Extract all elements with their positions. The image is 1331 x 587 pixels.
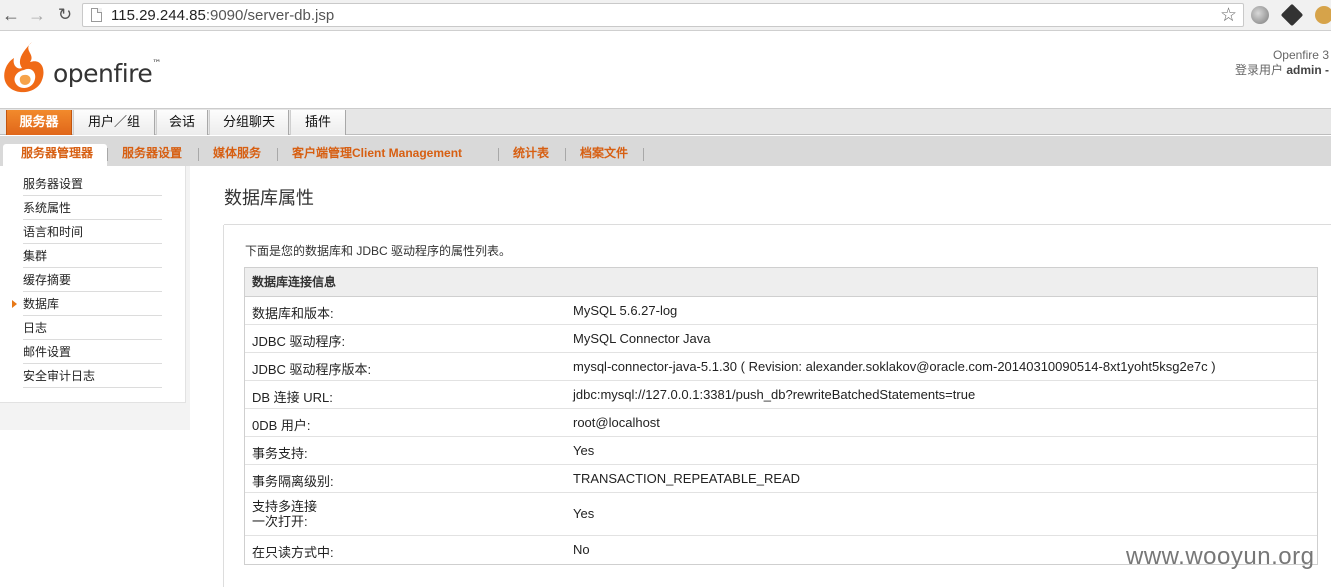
sidebar-item-security-audit-log[interactable]: 安全审计日志 [23, 364, 162, 388]
reload-icon[interactable]: ↻ [54, 4, 76, 26]
row-value: MySQL Connector Java [573, 331, 711, 346]
url-path: :9090/server-db.jsp [205, 7, 335, 24]
row-key: 数据库和版本: [252, 306, 334, 321]
tab-divider [565, 148, 566, 161]
back-arrow-icon[interactable]: ← [0, 4, 22, 26]
header-info: Openfire 3 登录用户 admin - [1235, 48, 1329, 78]
subtab-archive[interactable]: 档案文件 [580, 144, 628, 166]
tab-sessions[interactable]: 会话 [156, 110, 208, 135]
row-key: JDBC 驱动程序版本: [252, 362, 372, 377]
openfire-logo-icon [4, 42, 44, 93]
sidebar-menu: 服务器设置 系统属性 语言和时间 集群 缓存摘要 数据库 日志 邮件设置 安全审… [0, 166, 186, 403]
login-info: 登录用户 admin - [1234, 63, 1329, 77]
brand-name: openfire™ [53, 59, 161, 88]
sidebar-item-clustering[interactable]: 集群 [23, 244, 162, 268]
table-row: 0DB 用户: root@localhost [245, 409, 1317, 437]
row-value: No [573, 542, 590, 557]
sidebar-item-logs[interactable]: 日志 [23, 316, 162, 340]
page-header: openfire™ Openfire 3 登录用户 admin - [0, 32, 1331, 109]
subtab-server-manager[interactable]: 服务器管理器 [3, 144, 107, 166]
page-title: 数据库属性 [224, 188, 314, 208]
row-key: 事务隔离级别: [252, 474, 334, 489]
main-content: 数据库属性 下面是您的数据库和 JDBC 驱动程序的属性列表。 数据库连接信息 … [190, 166, 1331, 587]
row-key: 支持多连接 一次打开: [252, 499, 318, 529]
login-user[interactable]: admin - [1286, 63, 1329, 77]
sidebar-item-email-settings[interactable]: 邮件设置 [23, 340, 162, 364]
db-properties-table: 数据库连接信息 数据库和版本: MySQL 5.6.27-log JDBC 驱动… [244, 267, 1318, 565]
row-value: TRANSACTION_REPEATABLE_READ [573, 471, 801, 486]
tab-divider [498, 148, 499, 161]
extension-diamond-icon[interactable] [1280, 3, 1304, 27]
main-tab-bar: 服务器 用户／组 会话 分组聊天 插件 [0, 108, 1331, 135]
table-row: 数据库和版本: MySQL 5.6.27-log [245, 297, 1317, 325]
row-value: jdbc:mysql://127.0.0.1:3381/push_db?rewr… [573, 387, 976, 402]
tab-plugins[interactable]: 插件 [290, 110, 346, 135]
intro-text: 下面是您的数据库和 JDBC 驱动程序的属性列表。 [245, 244, 512, 258]
extension-cookie-icon[interactable] [1315, 6, 1331, 24]
sidebar-item-label: 数据库 [23, 297, 60, 311]
tab-users-groups[interactable]: 用户／组 [73, 110, 155, 135]
subtab-server-settings[interactable]: 服务器设置 [122, 144, 182, 166]
subtab-client-management[interactable]: 客户端管理Client Management [292, 144, 462, 166]
tab-server[interactable]: 服务器 [6, 110, 72, 135]
tab-divider [198, 148, 199, 161]
sidebar-item-system-properties[interactable]: 系统属性 [23, 196, 162, 220]
forward-arrow-icon[interactable]: → [26, 4, 48, 26]
tab-divider [277, 148, 278, 161]
row-key: DB 连接 URL: [252, 390, 333, 405]
address-bar[interactable]: 115.29.244.85:9090/server-db.jsp ☆ [82, 3, 1244, 27]
table-row: DB 连接 URL: jdbc:mysql://127.0.0.1:3381/p… [245, 381, 1317, 409]
version-text: Openfire 3 [1272, 48, 1329, 62]
tab-divider [107, 148, 108, 161]
browser-toolbar: ← → ↻ 115.29.244.85:9090/server-db.jsp ☆ [0, 0, 1331, 31]
row-value: MySQL 5.6.27-log [573, 303, 678, 318]
page-icon [91, 8, 102, 22]
watermark: www.wooyun.org [1126, 543, 1315, 570]
sub-tab-bar: 服务器管理器 服务器设置 媒体服务 客户端管理Client Management… [0, 136, 1331, 166]
sidebar-item-server-settings[interactable]: 服务器设置 [23, 172, 162, 196]
table-header: 数据库连接信息 [245, 268, 1317, 297]
table-row: 支持多连接 一次打开: Yes [245, 493, 1317, 536]
row-key: 0DB 用户: [252, 418, 311, 433]
tab-group-chat[interactable]: 分组聊天 [209, 110, 289, 135]
bookmark-star-icon[interactable]: ☆ [1220, 4, 1237, 27]
row-key: JDBC 驱动程序: [252, 334, 346, 349]
table-row: 事务支持: Yes [245, 437, 1317, 465]
url-host: 115.29.244.85 [111, 7, 206, 24]
content-panel: 下面是您的数据库和 JDBC 驱动程序的属性列表。 数据库连接信息 数据库和版本… [223, 225, 1331, 587]
table-row: JDBC 驱动程序: MySQL Connector Java [245, 325, 1317, 353]
sidebar-item-database[interactable]: 数据库 [12, 292, 162, 316]
table-row: JDBC 驱动程序版本: mysql-connector-java-5.1.30… [245, 353, 1317, 381]
row-value: root@localhost [573, 415, 660, 430]
sidebar-item-cache-summary[interactable]: 缓存摘要 [23, 268, 162, 292]
row-value: mysql-connector-java-5.1.30 ( Revision: … [573, 359, 1216, 374]
sidebar: 服务器设置 系统属性 语言和时间 集群 缓存摘要 数据库 日志 邮件设置 安全审… [0, 166, 190, 430]
table-row: 事务隔离级别: TRANSACTION_REPEATABLE_READ [245, 465, 1317, 493]
subtab-statistics[interactable]: 统计表 [513, 144, 549, 166]
active-arrow-icon [12, 300, 17, 308]
extension-globe-icon[interactable] [1251, 6, 1269, 24]
url-text: 115.29.244.85:9090/server-db.jsp [111, 7, 334, 24]
tab-divider [643, 148, 644, 161]
row-value: Yes [573, 443, 595, 458]
row-key: 事务支持: [252, 446, 308, 461]
row-value: Yes [573, 506, 595, 521]
sidebar-item-locale[interactable]: 语言和时间 [23, 220, 162, 244]
subtab-media-services[interactable]: 媒体服务 [213, 144, 261, 166]
row-key: 在只读方式中: [252, 545, 334, 560]
